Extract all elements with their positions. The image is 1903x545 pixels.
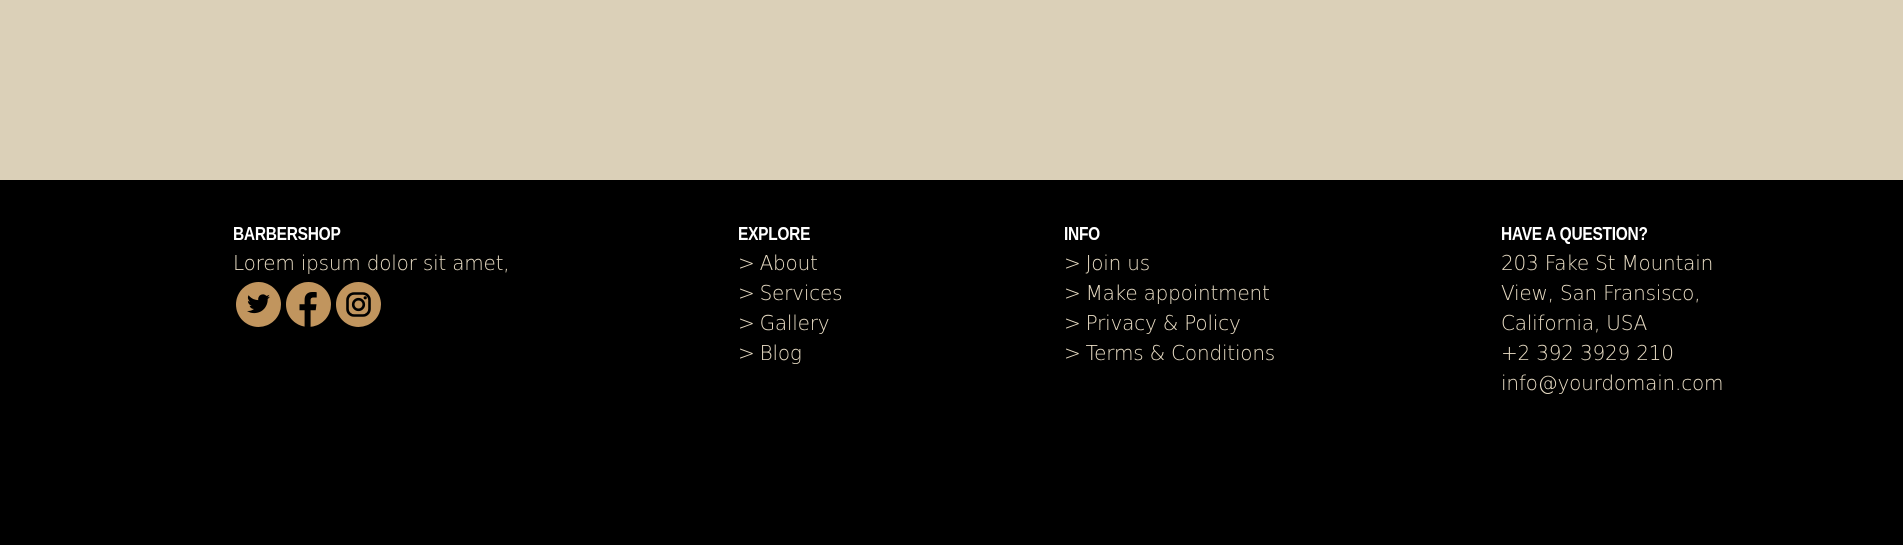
address-line: California, USA [1501,311,1648,335]
link-arrow: > [1064,341,1081,365]
explore-title: EXPLORE [738,224,811,244]
footer-link-services[interactable]: > Services [738,278,998,308]
link-arrow: > [738,251,755,275]
footer-link-blog[interactable]: > Blog [738,338,998,368]
footer-link-terms-conditions[interactable]: > Terms & Conditions [1064,338,1424,368]
social-links [236,282,653,327]
footer-link-make-appointment[interactable]: > Make appointment [1064,278,1424,308]
address-line: View, San Fransisco, [1501,281,1701,305]
link-label: Privacy & Policy [1085,311,1241,335]
link-arrow: > [1064,281,1081,305]
link-label: Blog [759,341,802,365]
footer-link-join-us[interactable]: > Join us [1064,248,1424,278]
email-link[interactable]: info@yourdomain.com [1501,368,1801,398]
site-footer: BARBERSHOP Lorem ipsum dolor sit amet, E… [0,180,1903,545]
phone-link[interactable]: +2 392 3929 210 [1501,338,1801,368]
footer-link-about[interactable]: > About [738,248,998,278]
address-line: 203 Fake St Mountain [1501,251,1714,275]
link-label: Join us [1085,251,1151,275]
footer-link-privacy-policy[interactable]: > Privacy & Policy [1064,308,1424,338]
link-label: Gallery [759,311,830,335]
footer-info-column: INFO > Join us > Make appointment > Privacy… [1064,220,1424,368]
brand-title: BARBERSHOP [233,224,341,244]
twitter-icon[interactable] [236,282,281,327]
contact-title: HAVE A QUESTION? [1501,224,1648,244]
link-label: About [759,251,818,275]
footer-explore-column: EXPLORE > About > Services > Gallery > Blog [738,220,998,368]
top-band [0,0,1903,180]
footer-contact-column: HAVE A QUESTION? 203 Fake St Mountain Vi… [1501,220,1801,398]
facebook-icon[interactable] [286,282,331,327]
info-title: INFO [1064,224,1100,244]
footer-link-gallery[interactable]: > Gallery [738,308,998,338]
brand-description: Lorem ipsum dolor sit amet, [233,251,510,275]
link-arrow: > [738,341,755,365]
link-label: Terms & Conditions [1085,341,1276,365]
link-arrow: > [738,281,755,305]
link-arrow: > [1064,311,1081,335]
footer-brand-column: BARBERSHOP Lorem ipsum dolor sit amet, [233,220,653,327]
instagram-icon[interactable] [336,282,381,327]
link-arrow: > [738,311,755,335]
link-label: Services [759,281,843,305]
link-label: Make appointment [1085,281,1270,305]
link-arrow: > [1064,251,1081,275]
